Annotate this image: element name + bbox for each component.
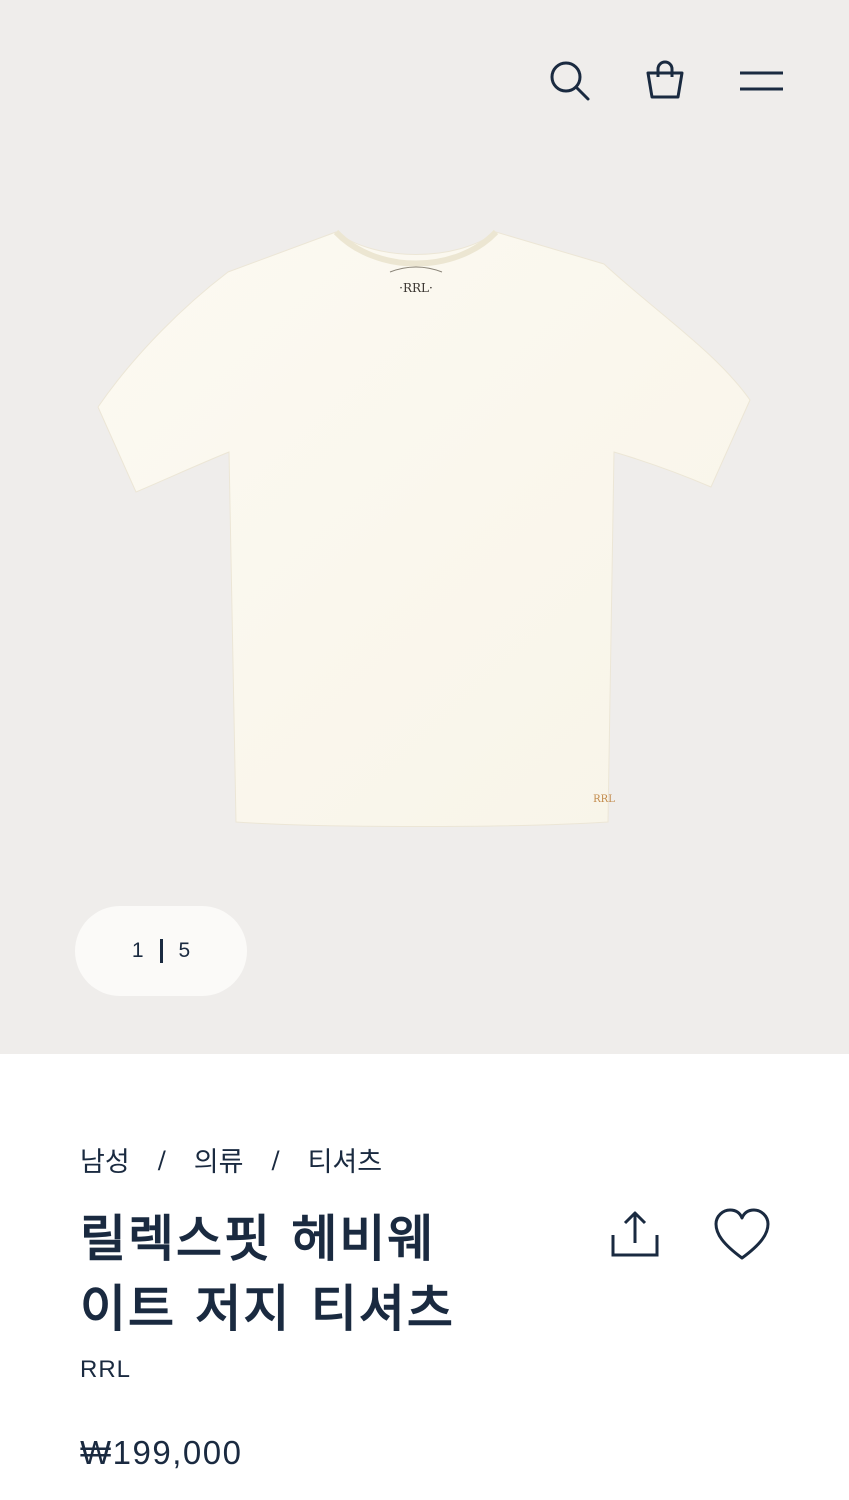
search-button[interactable] xyxy=(545,56,593,104)
breadcrumb: 남성 / 의류 / 티셔츠 xyxy=(80,1140,382,1179)
share-button[interactable] xyxy=(604,1204,666,1266)
hem-logo: RRL xyxy=(593,794,615,805)
product-title-line1: 릴렉스핏 헤비웨 xyxy=(80,1209,436,1268)
product-image: ·RRL· RRL xyxy=(97,229,751,827)
shopping-bag-button[interactable] xyxy=(641,56,689,104)
favorite-button[interactable] xyxy=(710,1204,774,1266)
svg-text:·RRL·: ·RRL· xyxy=(399,281,433,295)
image-pager: 1 5 xyxy=(75,906,247,996)
share-icon xyxy=(611,1211,659,1257)
product-price: ₩199,000 xyxy=(80,1434,243,1471)
product-title: 릴렉스핏 헤비웨 이트 저지 티셔츠 xyxy=(80,1204,500,1344)
product-title-line2: 이트 저지 티셔츠 xyxy=(80,1279,455,1338)
pager-current: 1 xyxy=(131,939,144,962)
breadcrumb-item-men[interactable]: 남성 xyxy=(80,1140,130,1179)
shopping-bag-icon xyxy=(646,60,684,99)
menu-button[interactable] xyxy=(737,56,785,104)
breadcrumb-separator: / xyxy=(271,1145,280,1174)
pager-separator xyxy=(159,939,163,963)
breadcrumb-separator: / xyxy=(157,1145,166,1174)
pager-total: 5 xyxy=(178,939,191,962)
search-icon xyxy=(550,61,590,101)
breadcrumb-item-tshirts[interactable]: 티셔츠 xyxy=(308,1140,383,1179)
product-brand: RRL xyxy=(80,1356,132,1383)
menu-icon xyxy=(740,71,783,91)
heart-icon xyxy=(714,1208,770,1260)
breadcrumb-item-clothing[interactable]: 의류 xyxy=(194,1140,244,1179)
